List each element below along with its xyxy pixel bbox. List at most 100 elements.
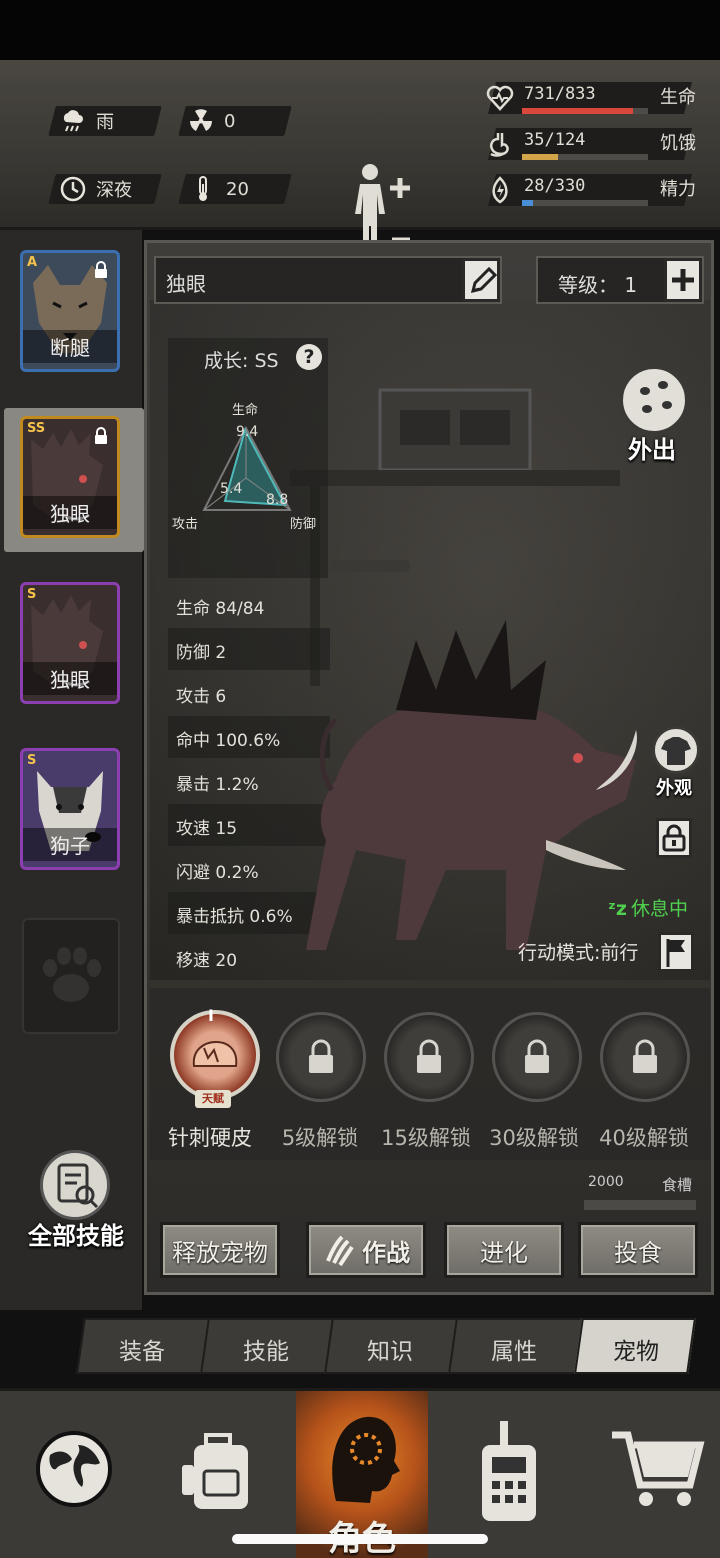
tab-pets-label: 宠物: [613, 1339, 659, 1365]
character-tabs: 装备 技能 知识 属性 宠物: [70, 1318, 710, 1376]
time-text: 深夜: [96, 180, 132, 201]
all-skills-label: 全部技能: [28, 1222, 124, 1250]
help-icon[interactable]: ?: [296, 344, 322, 370]
status-bar: 雨 0 深夜 20 731/833 生命 35/124 饥饿 28/330 精力: [0, 60, 720, 264]
spiked-hide-icon: [192, 1040, 238, 1067]
sleep-z-icon: ᶻz: [608, 898, 627, 920]
hunger-bar: [522, 154, 648, 160]
action-mode-button[interactable]: [658, 932, 694, 972]
health-bar: [522, 108, 648, 114]
radiation-display: 0: [188, 106, 235, 136]
level-text: 等级： 1: [558, 273, 638, 297]
heart-icon: [486, 85, 514, 111]
tab-attributes-label: 属性: [491, 1339, 537, 1365]
tab-equipment-label: 装备: [119, 1339, 165, 1365]
rest-status-text: 休息中: [631, 898, 689, 920]
character-head-icon: [332, 1416, 400, 1503]
shopping-cart-icon: [612, 1431, 705, 1506]
trough-bar: [584, 1200, 696, 1210]
nav-map[interactable]: [30, 1415, 120, 1515]
pet-name: 狗子: [23, 828, 117, 861]
radiation-value: 0: [224, 110, 236, 132]
paw-icon: [43, 947, 101, 1002]
home-indicator[interactable]: [232, 1534, 488, 1544]
energy-value: 28/330: [524, 176, 586, 196]
fight-button[interactable]: 作战: [306, 1222, 426, 1278]
health-label: 生命: [660, 87, 696, 108]
paw-prints-icon: [640, 381, 672, 413]
lock-icon: [309, 1039, 333, 1073]
appearance-label: 外观: [656, 778, 692, 799]
temperature-value: 20: [226, 178, 249, 200]
appearance-button[interactable]: [652, 726, 700, 774]
skill-label-lv15: 15级解锁: [381, 1126, 471, 1150]
weather-text: 雨: [96, 112, 114, 133]
trough-label: 食槽: [662, 1176, 693, 1194]
pet-card-4[interactable]: S 狗子: [20, 748, 120, 870]
pet-card-3[interactable]: S 独眼: [20, 582, 120, 704]
hunger-vital: 35/124 饥饿: [480, 124, 700, 164]
radar-label-left: 攻击: [172, 517, 198, 532]
top-safe-area: [0, 0, 720, 60]
lock-icon: [417, 1039, 441, 1073]
level-up-button[interactable]: [664, 258, 702, 302]
release-pet-button[interactable]: 释放宠物: [160, 1222, 280, 1278]
nav-shop[interactable]: [606, 1415, 706, 1515]
radar-label-top: 生命: [232, 402, 258, 418]
evolve-button[interactable]: 进化: [444, 1222, 564, 1278]
hunger-value: 35/124: [524, 130, 586, 150]
pet-grade: A: [27, 255, 38, 270]
nav-character[interactable]: 角色: [296, 1391, 428, 1558]
fight-label: 作战: [362, 1238, 410, 1267]
shirt-icon: [661, 737, 691, 765]
skill-slot-lv5[interactable]: [276, 1012, 366, 1102]
pet-name-field[interactable]: 独眼: [154, 256, 502, 304]
weather-display: 雨: [60, 106, 114, 136]
skill-slot-lv15[interactable]: [384, 1012, 474, 1102]
all-skills-button[interactable]: 全部技能: [22, 1150, 130, 1260]
skill-slot-lv30[interactable]: [492, 1012, 582, 1102]
pet-name: 断腿: [23, 330, 117, 363]
radar-value-right: 8.8: [266, 492, 288, 508]
time-display: 深夜: [60, 174, 132, 204]
boar-illustration: [306, 620, 637, 950]
radar-value-top: 9.4: [236, 424, 258, 440]
growth-panel: 成长: SS ? 生命 9.4 5.4 8.8 攻击 防御: [168, 338, 328, 578]
energy-vital: 28/330 精力: [480, 170, 700, 210]
action-mode-text: 行动模式:前行: [518, 942, 639, 964]
skill-slot-lv40[interactable]: [600, 1012, 690, 1102]
feed-button[interactable]: 投食: [578, 1222, 698, 1278]
lock-pet-button[interactable]: [656, 818, 692, 858]
health-vital: 731/833 生命: [480, 78, 700, 118]
lock-icon: [525, 1039, 549, 1073]
rest-status: ᶻz 休息中: [608, 894, 688, 921]
growth-title: 成长: SS: [204, 350, 279, 372]
lock-icon: [95, 427, 107, 444]
go-out-button[interactable]: [620, 366, 688, 434]
talent-tag: 天赋: [195, 1090, 231, 1108]
feed-label: 投食: [614, 1238, 662, 1267]
skill-slot-talent[interactable]: [170, 1010, 260, 1100]
pet-card-1[interactable]: A 断腿: [20, 250, 120, 372]
skill-label-lv5: 5级解锁: [281, 1126, 359, 1150]
evolve-label: 进化: [480, 1238, 528, 1267]
nav-radio[interactable]: [470, 1415, 560, 1521]
pet-grade: SS: [27, 421, 46, 436]
rename-button[interactable]: [462, 258, 500, 302]
nav-backpack[interactable]: [176, 1415, 266, 1515]
radiation-icon: [188, 108, 214, 134]
lock-icon: [633, 1039, 657, 1073]
pet-card-2[interactable]: SS 独眼: [20, 416, 120, 538]
energy-label: 精力: [660, 179, 696, 200]
pet-name-text: 独眼: [166, 272, 206, 296]
temperature-display: 20: [190, 174, 249, 204]
backpack-icon: [182, 1433, 248, 1509]
pet-name: 独眼: [23, 496, 117, 529]
level-field: 等级： 1: [536, 256, 704, 304]
radar-label-right: 防御: [290, 516, 316, 532]
clock-icon: [60, 176, 86, 202]
health-value: 731/833: [524, 84, 596, 104]
globe-icon: [36, 1431, 112, 1507]
empty-pet-slot[interactable]: [22, 918, 120, 1034]
tab-skills-label: 技能: [243, 1339, 289, 1365]
